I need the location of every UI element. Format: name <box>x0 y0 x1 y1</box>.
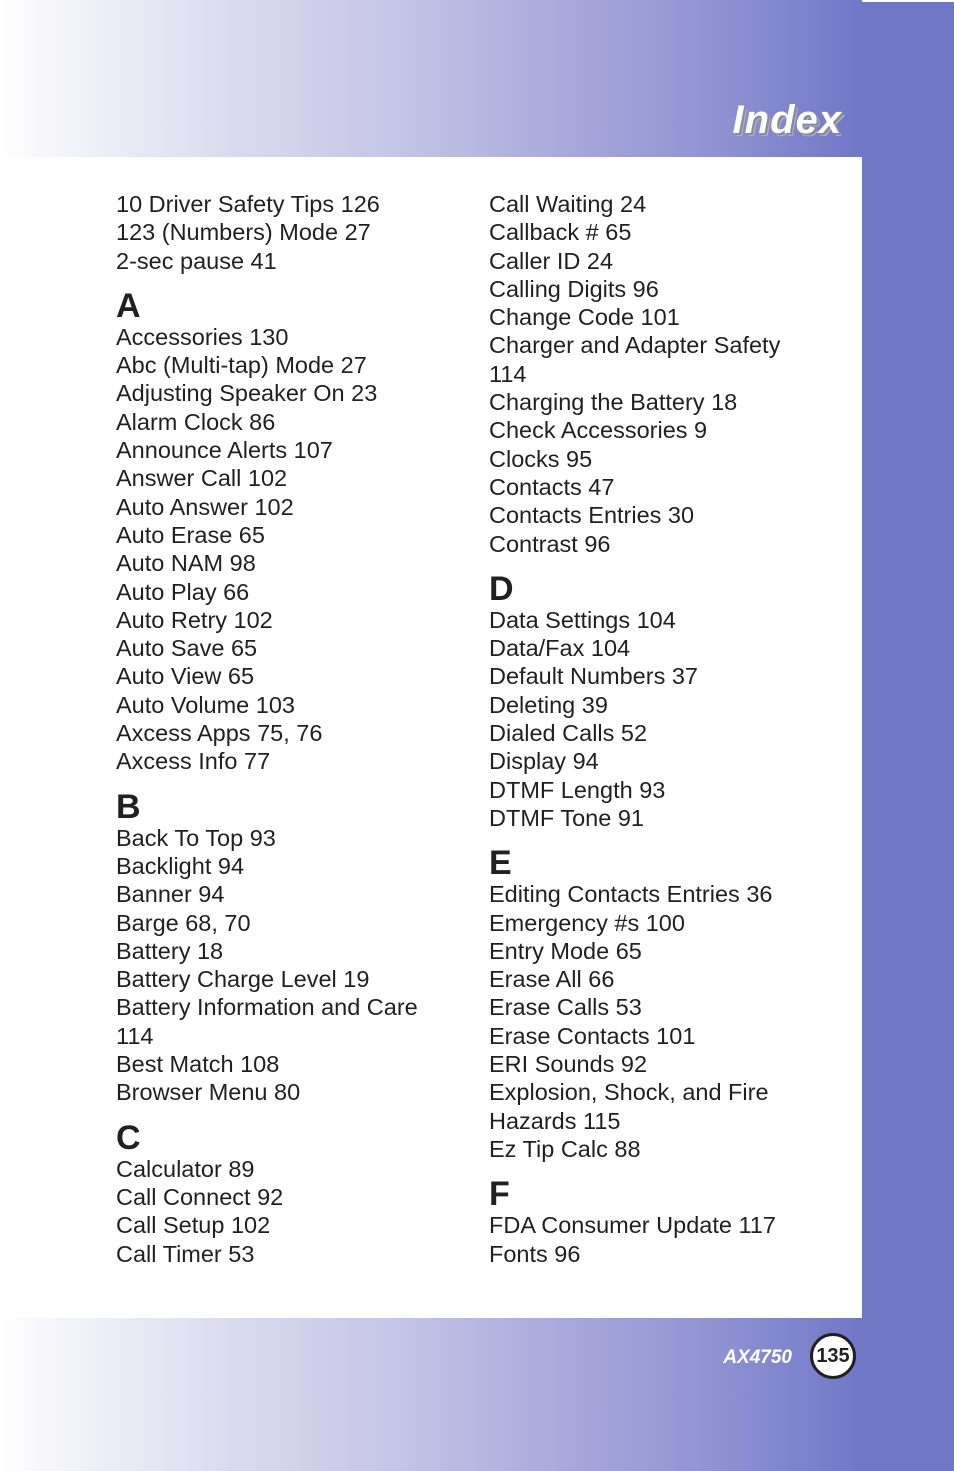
index-entry: Display 94 <box>489 748 599 775</box>
index-entry: Accessories 130 <box>116 323 289 350</box>
index-entry: Call Connect 92 <box>116 1183 284 1210</box>
index-entry: DTMF Length 93 <box>489 776 666 803</box>
section-letter-e: E <box>489 844 512 883</box>
index-entry: FDA Consumer Update 117 <box>489 1212 776 1239</box>
index-entry: Editing Contacts Entries 36 <box>489 881 773 908</box>
index-entry: Axcess Info 77 <box>116 748 271 775</box>
index-entry: Auto Retry 102 <box>116 606 273 633</box>
index-column-right: Call Waiting 24 Callback # 65 Caller ID 24… <box>489 190 829 1268</box>
index-entry: Caller ID 24 <box>489 247 614 274</box>
index-entry: Abc (Multi-tap) Mode 27 <box>116 352 367 379</box>
index-entry: Backlight 94 <box>116 852 245 879</box>
index-entry: Auto Volume 103 <box>116 691 295 718</box>
index-entry: Call Setup 102 <box>116 1212 271 1239</box>
index-entry: Fonts 96 <box>489 1240 581 1267</box>
index-entry: 114 <box>489 360 527 387</box>
index-entry: Call Waiting 24 <box>489 191 647 217</box>
index-entry: Battery Charge Level 19 <box>116 966 370 993</box>
right-color-band <box>862 2 954 1471</box>
index-entry: Auto Erase 65 <box>116 521 265 548</box>
index-entry: Answer Call 102 <box>116 465 288 492</box>
section-letter-a: A <box>116 286 141 325</box>
index-column-left: 10 Driver Safety Tips 126 123 (Numbers) M… <box>116 190 456 1268</box>
index-entry: Change Code 101 <box>489 304 680 331</box>
index-entry: Erase Contacts 101 <box>489 1022 696 1049</box>
index-entry: Deleting 39 <box>489 691 608 718</box>
index-entry: Default Numbers 37 <box>489 663 698 690</box>
index-entry: Data/Fax 104 <box>489 635 631 662</box>
index-entry: Axcess Apps 75, 76 <box>116 720 323 747</box>
index-entry: Battery Information and Care <box>116 994 418 1021</box>
index-entry: Adjusting Speaker On 23 <box>116 380 378 407</box>
index-entry: Charging the Battery 18 <box>489 389 738 416</box>
index-entry: Erase Calls 53 <box>489 994 642 1021</box>
section-letter-b: B <box>116 787 141 826</box>
index-entry: Dialed Calls 52 <box>489 720 648 747</box>
section-letter-f: F <box>489 1175 510 1214</box>
index-entry: Entry Mode 65 <box>489 937 642 964</box>
index-entry: Battery 18 <box>116 937 224 964</box>
index-entry: Clocks 95 <box>489 445 593 472</box>
index-entry: Contacts Entries 30 <box>489 502 695 529</box>
index-entry: Explosion, Shock, and Fire <box>489 1079 769 1106</box>
index-entry: Check Accessories 9 <box>489 417 708 444</box>
index-entry: Browser Menu 80 <box>116 1079 301 1106</box>
index-entry: Contrast 96 <box>489 530 611 557</box>
index-entry: Auto Play 66 <box>116 578 250 605</box>
index-entry: Callback # 65 <box>489 219 632 246</box>
index-entry: Emergency #s 100 <box>489 909 685 936</box>
index-entry: Auto View 65 <box>116 663 255 690</box>
index-entry: 114 <box>116 1022 154 1049</box>
index-entry: Banner 94 <box>116 881 225 908</box>
index-entry: Data Settings 104 <box>489 606 676 633</box>
section-letter-d: D <box>489 569 514 608</box>
index-entry: Auto NAM 98 <box>116 550 256 577</box>
index-entry: Best Match 108 <box>116 1051 280 1078</box>
index-entry: Alarm Clock 86 <box>116 408 276 435</box>
section-letter-c: C <box>116 1118 141 1157</box>
index-entry: Calling Digits 96 <box>489 275 659 302</box>
index-entry: Announce Alerts 107 <box>116 437 333 464</box>
page-footer: AX4750 <box>0 1335 862 1381</box>
page-number-badge: 135 <box>810 1333 856 1379</box>
index-entry: Hazards 115 <box>489 1107 621 1134</box>
index-entry: Barge 68, 70 <box>116 909 251 936</box>
index-entry: DTMF Tone 91 <box>489 804 644 831</box>
index-entry: Back To Top 93 <box>116 824 276 851</box>
index-entry: Auto Answer 102 <box>116 493 294 520</box>
index-entry: Erase All 66 <box>489 966 615 993</box>
index-entry: Contacts 47 <box>489 473 615 500</box>
index-entry: Auto Save 65 <box>116 635 258 662</box>
index-entry: 2-sec pause 41 <box>116 247 277 274</box>
index-entry: 123 (Numbers) Mode 27 <box>116 219 371 246</box>
index-entry: Call Timer 53 <box>116 1240 255 1267</box>
index-entry: Charger and Adapter Safety <box>489 332 781 359</box>
index-entry: ERI Sounds 92 <box>489 1051 648 1078</box>
index-entry: 10 Driver Safety Tips 126 <box>116 191 380 217</box>
index-entry: Calculator 89 <box>116 1155 255 1182</box>
page-title: Index <box>732 98 842 142</box>
index-entry: Ez Tip Calc 88 <box>489 1135 641 1162</box>
model-name: AX4750 <box>723 1347 792 1368</box>
